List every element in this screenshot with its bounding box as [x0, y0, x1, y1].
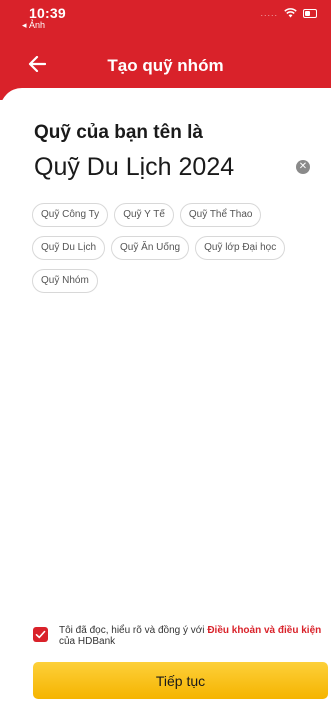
status-back-to-app[interactable]: ◂ Ảnh	[22, 20, 45, 31]
continue-button[interactable]: Tiếp tục	[33, 662, 328, 699]
status-indicators: .....	[260, 8, 317, 18]
suggestion-chip[interactable]: Quỹ Ăn Uống	[111, 236, 190, 260]
suggestion-chip[interactable]: Quỹ Y Tế	[114, 203, 174, 227]
suggestion-chip[interactable]: Quỹ Công Ty	[32, 203, 109, 227]
signal-icon: .....	[260, 8, 278, 18]
fund-name-row: ✕	[34, 150, 320, 186]
terms-checkbox[interactable]	[33, 627, 48, 642]
terms-prefix: Tôi đã đọc, hiểu rõ và đồng ý với	[59, 625, 208, 636]
terms-text: Tôi đã đọc, hiểu rõ và đồng ý với Điều k…	[59, 625, 323, 647]
terms-link[interactable]: Điều khoản và điều kiện	[207, 625, 321, 636]
terms-agreement: Tôi đã đọc, hiểu rõ và đồng ý với Điều k…	[33, 625, 323, 647]
page-title: Tạo quỹ nhóm	[107, 56, 224, 75]
suggestion-chip[interactable]: Quỹ Thể Thao	[179, 203, 262, 227]
terms-suffix: của HDBank	[59, 636, 116, 647]
suggestion-chip[interactable]: Quỹ Nhóm	[32, 269, 98, 293]
header-curve	[0, 88, 331, 100]
suggestion-chip[interactable]: Quỹ Du Lịch	[32, 236, 106, 260]
battery-icon	[303, 8, 317, 18]
fund-name-label: Quỹ của bạn tên là	[34, 122, 203, 143]
checkmark-icon	[35, 630, 46, 639]
wifi-icon	[284, 8, 297, 18]
suggestion-chip[interactable]: Quỹ lớp Đại học	[195, 236, 286, 260]
status-time: 10:39	[29, 5, 66, 21]
suggestion-chips: Quỹ Công Ty Quỹ Y Tế Quỹ Thể Thao Quỹ Du…	[32, 203, 322, 293]
clear-icon[interactable]: ✕	[296, 160, 310, 174]
app-header: 10:39 ◂ Ảnh ..... Tạo quỹ nhóm	[0, 0, 331, 100]
fund-name-input[interactable]	[34, 150, 294, 184]
